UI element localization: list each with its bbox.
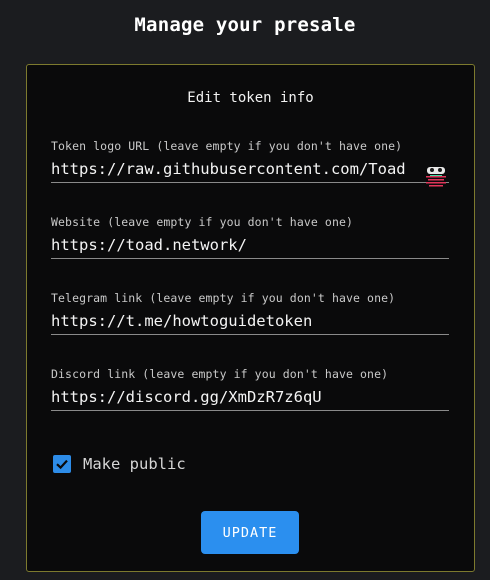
update-button[interactable]: UPDATE	[201, 511, 299, 554]
edit-token-panel: Edit token info Token logo URL (leave em…	[26, 64, 475, 572]
discord-input[interactable]	[51, 387, 449, 411]
make-public-label: Make public	[83, 455, 186, 473]
make-public-checkbox[interactable]	[53, 455, 71, 473]
token-logo-url-input[interactable]	[51, 159, 449, 183]
toad-logo-icon	[426, 167, 446, 187]
token-logo-url-field: Token logo URL (leave empty if you don't…	[51, 139, 449, 187]
discord-field: Discord link (leave empty if you don't h…	[51, 367, 449, 411]
website-label: Website (leave empty if you don't have o…	[51, 215, 354, 229]
website-field: Website (leave empty if you don't have o…	[51, 215, 449, 259]
token-logo-url-label: Token logo URL (leave empty if you don't…	[51, 139, 403, 153]
telegram-label: Telegram link (leave empty if you don't …	[51, 291, 396, 305]
website-input[interactable]	[51, 235, 449, 259]
panel-title: Edit token info	[187, 90, 314, 106]
telegram-input[interactable]	[51, 311, 449, 335]
checkmark-icon	[56, 459, 68, 470]
telegram-field: Telegram link (leave empty if you don't …	[51, 291, 449, 335]
make-public-toggle[interactable]: Make public	[53, 455, 186, 473]
discord-label: Discord link (leave empty if you don't h…	[51, 367, 389, 381]
page-title: Manage your presale	[134, 14, 356, 36]
